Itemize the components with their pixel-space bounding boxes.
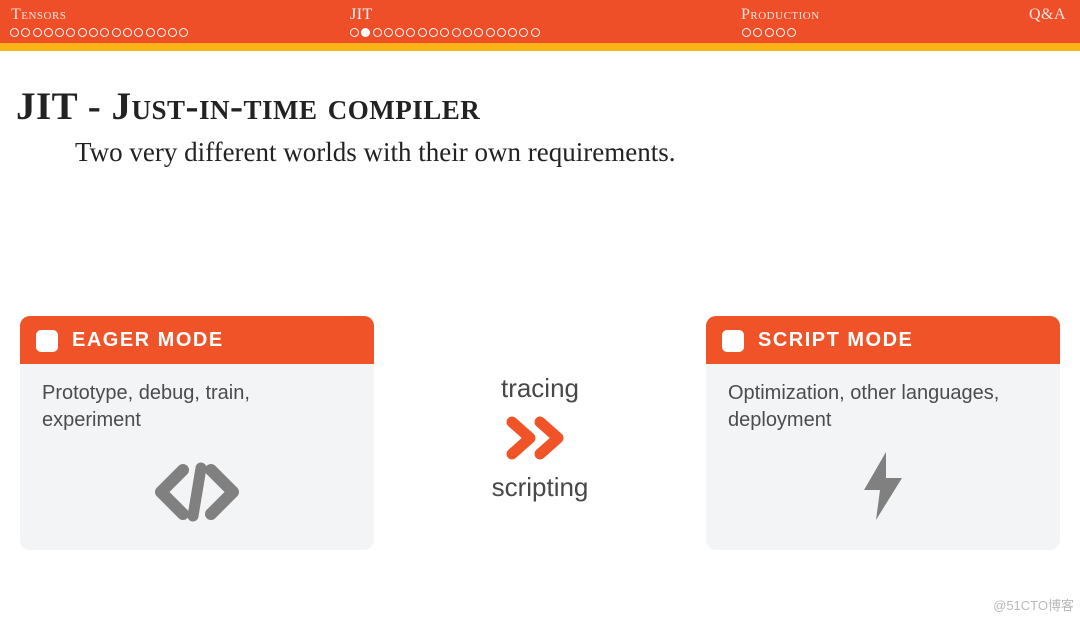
progress-dot <box>66 28 75 37</box>
progress-dot <box>497 28 506 37</box>
progress-dot <box>55 28 64 37</box>
progress-dot <box>10 28 19 37</box>
progress-dot <box>44 28 53 37</box>
progress-dot <box>508 28 517 37</box>
progress-dot <box>157 28 166 37</box>
progress-dots <box>10 28 191 37</box>
title-smallcaps: Just-in-time compiler <box>111 85 480 128</box>
title-prefix: JIT - <box>16 85 111 128</box>
progress-dot <box>418 28 427 37</box>
progress-dot <box>100 28 109 37</box>
transition-column: tracing scripting <box>374 316 706 550</box>
progress-dot <box>168 28 177 37</box>
progress-dot <box>384 28 393 37</box>
progress-dot <box>474 28 483 37</box>
accent-bar <box>0 43 1080 51</box>
script-mode-card: SCRIPT MODE Optimization, other language… <box>706 316 1060 550</box>
watermark: @51CTO博客 <box>993 595 1074 614</box>
eager-mode-body: Prototype, debug, train, experiment <box>20 364 374 456</box>
progress-dot <box>361 28 370 37</box>
slide-subtitle: Two very different worlds with their own… <box>75 137 1080 168</box>
progress-dot <box>89 28 98 37</box>
progress-dot <box>123 28 132 37</box>
progress-dot <box>452 28 461 37</box>
bolt-icon <box>706 444 1060 550</box>
content-row: EAGER MODE Prototype, debug, train, expe… <box>20 316 1060 550</box>
progress-dot <box>519 28 528 37</box>
progress-dot <box>373 28 382 37</box>
progress-dot <box>134 28 143 37</box>
progress-dot <box>742 28 751 37</box>
progress-dot <box>787 28 796 37</box>
nav-tab-qa[interactable]: Q&A <box>1029 6 1066 24</box>
code-icon <box>20 456 374 550</box>
slide-title: JIT - Just-in-time compiler <box>16 84 1080 129</box>
progress-dot <box>350 28 359 37</box>
progress-dot <box>21 28 30 37</box>
progress-dot <box>179 28 188 37</box>
progress-dot <box>753 28 762 37</box>
progress-dot <box>33 28 42 37</box>
progress-dot <box>776 28 785 37</box>
tracing-label: tracing <box>501 373 579 404</box>
progress-dot <box>78 28 87 37</box>
progress-dot <box>112 28 121 37</box>
checkbox-icon <box>36 330 58 352</box>
eager-mode-header: EAGER MODE <box>20 316 374 364</box>
checkbox-icon <box>722 330 744 352</box>
eager-mode-card: EAGER MODE Prototype, debug, train, expe… <box>20 316 374 550</box>
progress-dots <box>350 28 542 37</box>
progress-dot <box>463 28 472 37</box>
progress-dot <box>406 28 415 37</box>
progress-dot <box>395 28 404 37</box>
progress-dots <box>742 28 798 37</box>
nav-tab-production[interactable]: Production <box>741 6 820 24</box>
top-nav: Tensors JIT Production Q&A <box>0 0 1080 43</box>
scripting-label: scripting <box>492 472 589 503</box>
script-mode-heading: SCRIPT MODE <box>758 329 913 352</box>
nav-tab-jit[interactable]: JIT <box>350 6 373 24</box>
progress-dot <box>146 28 155 37</box>
progress-dot <box>440 28 449 37</box>
nav-tab-tensors[interactable]: Tensors <box>11 6 66 24</box>
script-mode-header: SCRIPT MODE <box>706 316 1060 364</box>
progress-dot <box>531 28 540 37</box>
script-mode-body: Optimization, other languages, deploymen… <box>706 364 1060 444</box>
double-chevron-icon <box>504 416 576 460</box>
progress-dot <box>765 28 774 37</box>
eager-mode-heading: EAGER MODE <box>72 329 224 352</box>
progress-dot <box>429 28 438 37</box>
progress-dot <box>486 28 495 37</box>
